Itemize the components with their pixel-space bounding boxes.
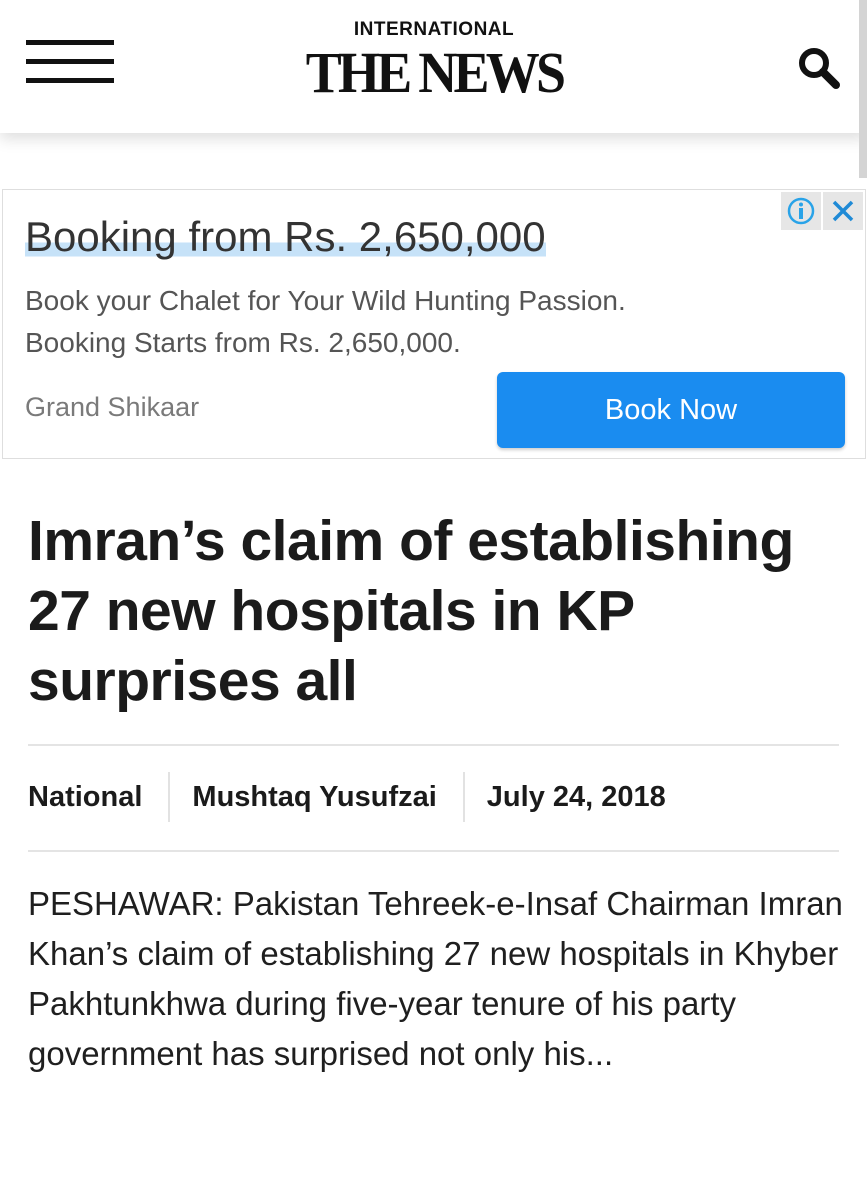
divider bbox=[28, 744, 839, 746]
ad-description-line: Booking Starts from Rs. 2,650,000. bbox=[25, 327, 461, 358]
scrollbar[interactable] bbox=[859, 0, 867, 178]
ad-advertiser: Grand Shikaar bbox=[25, 392, 200, 422]
article-excerpt: PESHAWAR: Pakistan Tehreek-e-Insaf Chair… bbox=[28, 885, 843, 1072]
ad-controls bbox=[781, 192, 863, 230]
hamburger-menu-icon[interactable] bbox=[26, 40, 114, 86]
site-logo[interactable]: INTERNATIONAL THE NEWS bbox=[296, 16, 572, 112]
divider bbox=[28, 850, 839, 852]
ad-description-line: Book your Chalet for Your Wild Hunting P… bbox=[25, 285, 626, 316]
site-header: INTERNATIONAL THE NEWS bbox=[0, 0, 867, 133]
meta-separator bbox=[462, 772, 465, 822]
info-icon[interactable] bbox=[781, 192, 821, 230]
publish-date: July 24, 2018 bbox=[486, 780, 666, 813]
close-icon[interactable] bbox=[823, 192, 863, 230]
category-link[interactable]: National bbox=[28, 781, 142, 814]
meta-separator bbox=[168, 772, 171, 822]
ad-banner[interactable]: Booking from Rs. 2,650,000 Book your Cha… bbox=[2, 189, 866, 459]
logo-the-news: THE NEWS bbox=[305, 40, 566, 105]
article-meta: National Mushtaq Yusufzai July 24, 2018 bbox=[28, 772, 666, 822]
book-now-button[interactable]: Book Now bbox=[497, 372, 845, 448]
search-icon[interactable] bbox=[796, 46, 842, 90]
ad-description: Book your Chalet for Your Wild Hunting P… bbox=[25, 280, 785, 364]
ad-headline[interactable]: Booking from Rs. 2,650,000 bbox=[25, 210, 546, 264]
author-link[interactable]: Mushtaq Yusufzai bbox=[192, 781, 436, 814]
article-headline[interactable]: Imran’s claim of establishing 27 new hos… bbox=[28, 506, 828, 716]
